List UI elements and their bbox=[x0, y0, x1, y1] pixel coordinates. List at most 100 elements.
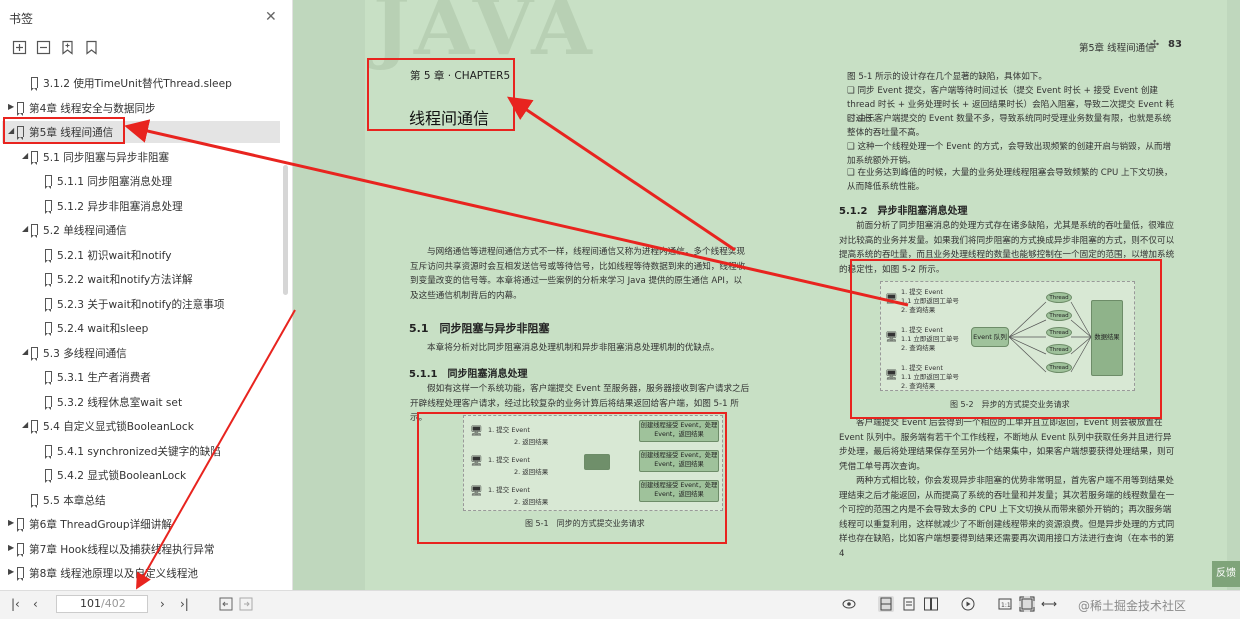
actual-size-icon[interactable]: 1:1 bbox=[997, 596, 1013, 612]
collapse-all-icon[interactable] bbox=[36, 40, 51, 55]
sidebar-item-label: 5.4.1 synchronized关键字的缺陷 bbox=[57, 445, 221, 458]
continuous-view-icon[interactable] bbox=[878, 596, 894, 612]
bookmark-icon bbox=[45, 469, 52, 483]
pdf-page: JAVA 第5章 线程间通信 ✣ 83 第 5 章 · CHAPTER5 线程间… bbox=[365, 0, 1227, 590]
site-watermark: @稀土掘金技术社区 bbox=[1078, 599, 1187, 613]
sidebar-item-label: 第4章 线程安全与数据同步 bbox=[29, 102, 156, 115]
first-page-icon[interactable]: |‹ bbox=[11, 597, 20, 611]
checkbox-bullet-icon: ❑ bbox=[847, 142, 858, 152]
document-view: JAVA 第5章 线程间通信 ✣ 83 第 5 章 · CHAPTER5 线程间… bbox=[293, 0, 1240, 590]
sidebar-item[interactable]: 5.3.1 生产者消费者 bbox=[0, 366, 290, 388]
sidebar-item-label: 5.5 本章总结 bbox=[43, 494, 106, 507]
sidebar-item[interactable]: 5.3.2 线程休息室wait set bbox=[0, 391, 290, 413]
sidebar-item[interactable]: 5.2.4 wait和sleep bbox=[0, 317, 290, 339]
add-bookmark-icon[interactable] bbox=[60, 40, 75, 55]
sidebar-item-label: 第8章 线程池原理以及自定义线程池 bbox=[29, 568, 199, 580]
expand-caret-icon[interactable]: ◢ bbox=[22, 420, 28, 429]
sidebar-item-label: 5.1.1 同步阻塞消息处理 bbox=[57, 176, 173, 188]
forward-icon[interactable] bbox=[238, 596, 254, 612]
sidebar-item[interactable]: 5.1.2 异步非阻塞消息处理 bbox=[0, 195, 290, 217]
bullet-text: 由于客户端提交的 Event 数量不多，导致系统同时受理业务数量有限，也就是系统… bbox=[847, 114, 1172, 138]
page-number-input[interactable]: 101/402 bbox=[56, 595, 148, 613]
bullet-item: ❑ 这种一个线程处理一个 Event 的方式，会导致出现频繁的创建开启与销毁，从… bbox=[847, 140, 1177, 168]
running-header: 第5章 线程间通信 bbox=[1079, 43, 1155, 54]
bookmark-icon bbox=[17, 101, 24, 116]
sidebar-item-label: 5.3.2 线程休息室wait set bbox=[57, 396, 183, 409]
expand-caret-icon[interactable]: ◢ bbox=[22, 347, 28, 356]
bookmark-icon bbox=[31, 150, 38, 165]
sidebar-item[interactable]: 3.1.2 使用TimeUnit替代Thread.sleep bbox=[0, 72, 290, 94]
expand-all-icon[interactable] bbox=[12, 40, 27, 55]
sidebar-item[interactable]: ◢ 5.3 多线程间通信 bbox=[0, 342, 290, 364]
prev-page-icon[interactable]: ‹ bbox=[33, 597, 38, 611]
svg-text:1:1: 1:1 bbox=[1001, 602, 1011, 609]
double-page-icon[interactable] bbox=[923, 596, 939, 612]
checkbox-bullet-icon: ❑ bbox=[847, 86, 858, 96]
back-icon[interactable] bbox=[218, 596, 234, 612]
section-5-1-heading: 5.1 同步阻塞与异步非阻塞 bbox=[409, 322, 550, 335]
bookmark-icon bbox=[45, 248, 52, 263]
sidebar-item-label: 5.3.1 生产者消费者 bbox=[57, 372, 151, 384]
sidebar-item[interactable]: ◢ 5.1 同步阻塞与异步非阻塞 bbox=[0, 146, 290, 168]
sidebar-item[interactable]: ◢ 5.4 自定义显式锁BooleanLock bbox=[0, 415, 290, 437]
sidebar-item-label: 5.3 多线程间通信 bbox=[43, 347, 127, 360]
bookmark-icon bbox=[45, 297, 52, 312]
bookmark-icon bbox=[31, 493, 38, 508]
sidebar-scrollbar[interactable] bbox=[283, 165, 288, 295]
sidebar-item[interactable]: ▶ 第4章 线程安全与数据同步 bbox=[0, 97, 290, 119]
bookmark-icon bbox=[45, 322, 52, 336]
bottom-toolbar: |‹ ‹ 101/402 › ›| 1:1 @稀土掘金技术社区 bbox=[0, 590, 1240, 619]
sidebar-item-label: 5.1 同步阻塞与异步非阻塞 bbox=[43, 151, 170, 164]
sidebar-item[interactable]: ▶ 第6章 ThreadGroup详细讲解 bbox=[0, 513, 290, 535]
eye-protection-icon[interactable] bbox=[841, 596, 857, 612]
total-pages: /402 bbox=[101, 597, 126, 610]
bookmark-panel-title: 书签 bbox=[9, 12, 34, 26]
header-ornament-icon: ✣ bbox=[1150, 38, 1160, 51]
fit-page-icon[interactable] bbox=[1019, 596, 1035, 612]
sidebar-item[interactable]: 5.4.2 显式锁BooleanLock bbox=[0, 464, 290, 486]
single-page-icon[interactable] bbox=[901, 596, 917, 612]
bookmark-icon bbox=[31, 346, 38, 361]
sidebar-item[interactable]: 5.2.2 wait和notify方法详解 bbox=[0, 268, 290, 290]
sidebar-item-label: 5.2.2 wait和notify方法详解 bbox=[57, 274, 193, 286]
bookmark-icon bbox=[45, 199, 52, 214]
next-page-icon[interactable]: › bbox=[160, 597, 165, 611]
chapter-intro: 与网络通信等进程间通信方式不一样，线程间通信又称为进程内通信，多个线程实现互斥访… bbox=[410, 247, 746, 301]
section-5-1-desc: 本章将分析对比同步阻塞消息处理机制和异步非阻塞消息处理机制的优缺点。 bbox=[427, 343, 720, 353]
feedback-button[interactable]: 反馈 bbox=[1212, 561, 1240, 587]
bookmark-icon bbox=[45, 273, 52, 287]
pdf-reader: 书签 ✕ 3.1.2 使用TimeUnit替代Thread.sleep ▶ 第4章 … bbox=[0, 0, 1240, 619]
right-intro: 图 5-1 所示的设计存在几个显著的缺陷，具体如下。 bbox=[847, 72, 1047, 82]
bookmark-icon[interactable] bbox=[84, 40, 99, 55]
right-lower-paragraph-2: 两种方式相比较，你会发现异步非阻塞的优势非常明显，首先客户端不用等到结果处理结束… bbox=[839, 476, 1175, 559]
expand-caret-icon[interactable]: ▶ bbox=[8, 518, 14, 527]
sidebar-item[interactable]: 5.2.1 初识wait和notify bbox=[0, 244, 290, 266]
bookmark-icon bbox=[45, 395, 52, 410]
sidebar-item[interactable]: 5.2.3 关于wait和notify的注意事项 bbox=[0, 293, 290, 315]
fit-width-icon[interactable] bbox=[1041, 596, 1057, 612]
close-icon[interactable]: ✕ bbox=[265, 9, 277, 25]
sidebar-item[interactable]: ▶ 第7章 Hook线程以及捕获线程执行异常 bbox=[0, 538, 290, 560]
sidebar-item[interactable]: ◢ 5.2 单线程间通信 bbox=[0, 219, 290, 241]
sidebar-item[interactable]: 5.1.1 同步阻塞消息处理 bbox=[0, 170, 290, 192]
sidebar-item-label: 3.1.2 使用TimeUnit替代Thread.sleep bbox=[43, 78, 232, 90]
last-page-icon[interactable]: ›| bbox=[180, 597, 189, 611]
sidebar-item-label: 5.2.3 关于wait和notify的注意事项 bbox=[57, 298, 225, 311]
expand-caret-icon[interactable]: ▶ bbox=[8, 567, 14, 576]
play-icon[interactable] bbox=[960, 596, 976, 612]
checkbox-bullet-icon: ❑ bbox=[847, 114, 858, 124]
bullet-text: 在业务达到峰值的时候，大量的业务处理线程阻塞会导致频繁的 CPU 上下文切换，从… bbox=[847, 168, 1173, 192]
expand-caret-icon[interactable]: ◢ bbox=[22, 151, 28, 160]
sidebar-item-label: 5.4.2 显式锁BooleanLock bbox=[57, 470, 187, 482]
checkbox-bullet-icon: ❑ bbox=[847, 168, 858, 178]
expand-caret-icon[interactable]: ▶ bbox=[8, 102, 14, 111]
sidebar-item[interactable]: ▶ 第8章 线程池原理以及自定义线程池 bbox=[0, 562, 290, 584]
annotation-box-fig52 bbox=[850, 259, 1162, 419]
bullet-text: 这种一个线程处理一个 Event 的方式，会导致出现频繁的创建开启与销毁，从而增… bbox=[847, 142, 1172, 166]
bullet-item: ❑ 在业务达到峰值的时候，大量的业务处理线程阻塞会导致频繁的 CPU 上下文切换… bbox=[847, 166, 1177, 194]
sidebar-item[interactable]: 5.5 本章总结 bbox=[0, 489, 290, 511]
sidebar-item[interactable]: 5.4.1 synchronized关键字的缺陷 bbox=[0, 440, 290, 462]
sidebar-item-label: 5.1.2 异步非阻塞消息处理 bbox=[57, 200, 183, 213]
expand-caret-icon[interactable]: ▶ bbox=[8, 543, 14, 552]
expand-caret-icon[interactable]: ◢ bbox=[22, 224, 28, 233]
